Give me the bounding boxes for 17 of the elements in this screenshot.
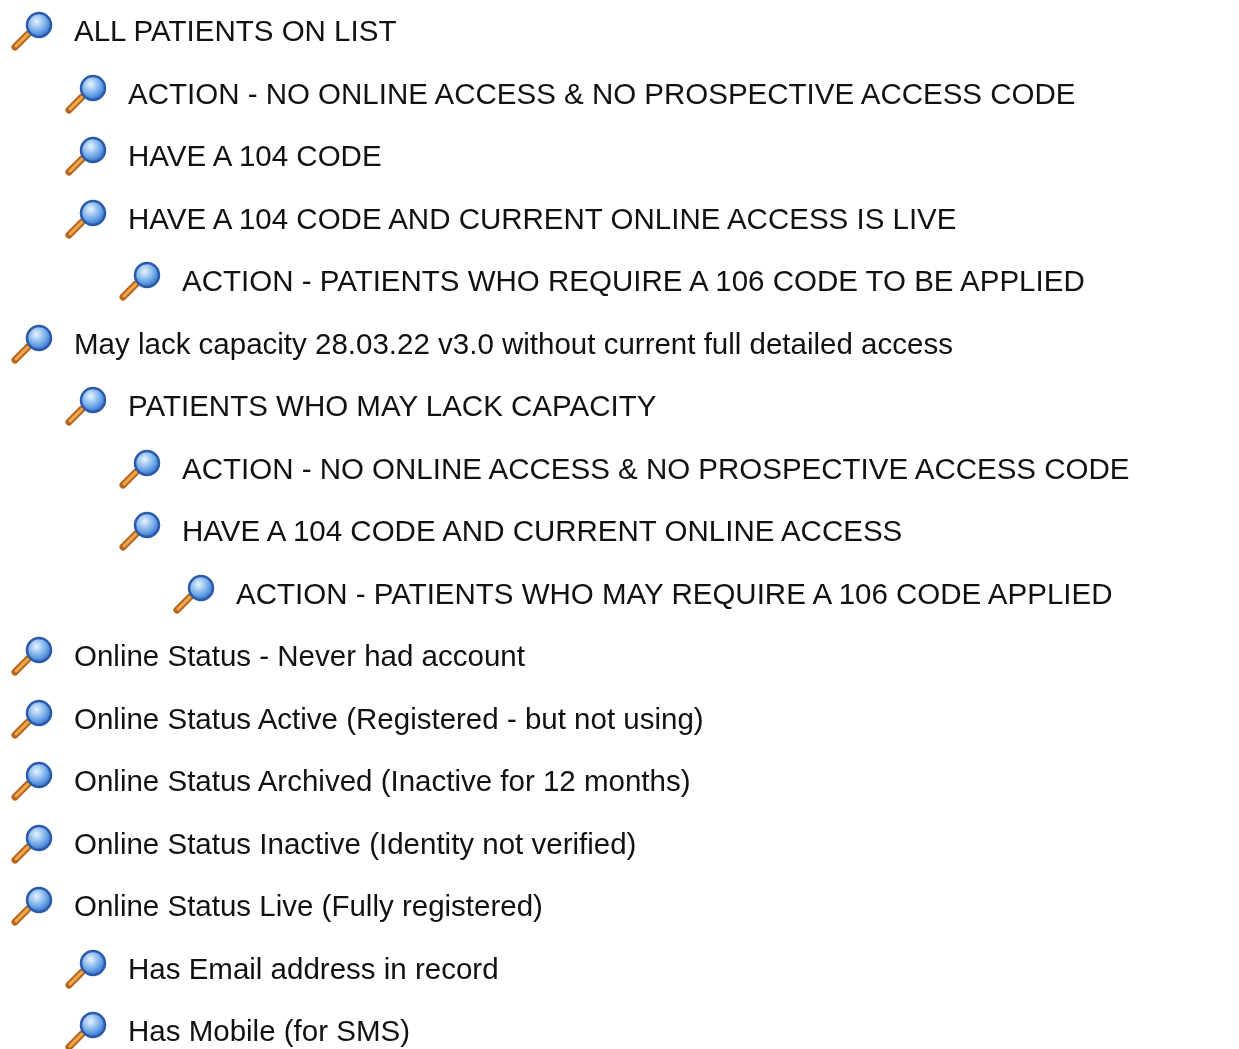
tree-item[interactable]: ACTION - NO ONLINE ACCESS & NO PROSPECTIVE ACCESS CODE bbox=[0, 437, 1239, 500]
tree-item[interactable]: PATIENTS WHO MAY LACK CAPACITY bbox=[0, 375, 1239, 438]
tree-item[interactable]: HAVE A 104 CODE AND CURRENT ONLINE ACCESS bbox=[0, 500, 1239, 563]
tree-item[interactable]: HAVE A 104 CODE AND CURRENT ONLINE ACCESS IS LIVE bbox=[0, 187, 1239, 250]
tree-item[interactable]: Online Status Inactive (Identity not verified) bbox=[0, 812, 1239, 875]
tree-item[interactable]: Has Email address in record bbox=[0, 937, 1239, 1000]
tree-item[interactable]: Has Mobile (for SMS) bbox=[0, 1000, 1239, 1049]
tree-item[interactable]: Online Status Live (Fully registered) bbox=[0, 875, 1239, 938]
tree-item[interactable]: May lack capacity 28.03.22 v3.0 without current full detailed access bbox=[0, 312, 1239, 375]
tree-item[interactable]: ACTION - NO ONLINE ACCESS & NO PROSPECTIVE ACCESS CODE bbox=[0, 62, 1239, 125]
tree-item[interactable]: ACTION - PATIENTS WHO MAY REQUIRE A 106 CODE APPLIED bbox=[0, 562, 1239, 625]
tree-item[interactable]: HAVE A 104 CODE bbox=[0, 125, 1239, 188]
tree-item[interactable]: Online Status Active (Registered - but not using) bbox=[0, 687, 1239, 750]
tree-item[interactable]: ALL PATIENTS ON LIST bbox=[0, 0, 1239, 63]
tree-item[interactable]: Online Status - Never had account bbox=[0, 625, 1239, 688]
tree-item[interactable]: Online Status Archived (Inactive for 12 months) bbox=[0, 750, 1239, 813]
tree-item[interactable]: ACTION - PATIENTS WHO REQUIRE A 106 CODE TO BE APPLIED bbox=[0, 250, 1239, 313]
